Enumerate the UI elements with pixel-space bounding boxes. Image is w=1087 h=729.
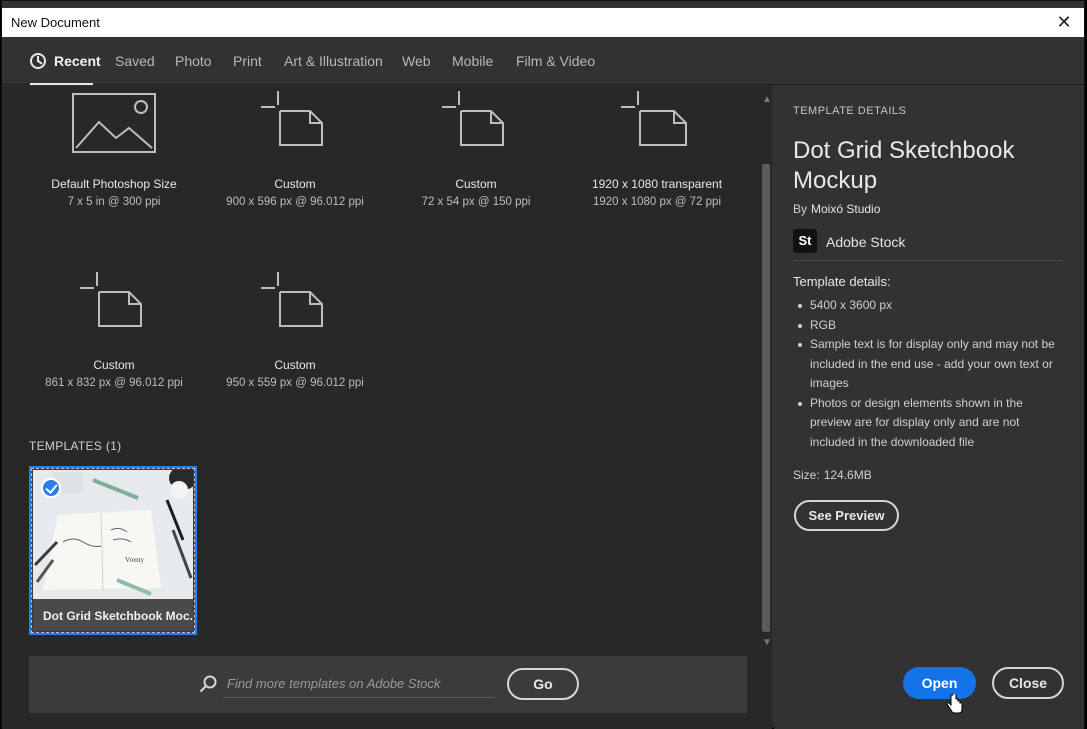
preset-name: Custom [93,358,135,372]
template-caption: Dot Grid Sketchbook Moc... [33,599,193,631]
preset-custom-950x559[interactable]: Custom 950 x 559 px @ 96.012 ppi [210,272,380,389]
image-placeholder-icon [72,93,156,153]
window-title: New Document [11,15,100,30]
preset-dimensions: 950 x 559 px @ 96.012 ppi [226,377,364,389]
details-section-label: Template details: [793,274,891,289]
scroll-up-icon[interactable]: ▲ [762,94,772,105]
preset-custom-900x596[interactable]: Custom 900 x 596 px @ 96.012 ppi [210,91,380,208]
list-item: Photos or design elements shown in the p… [793,394,1063,453]
open-button[interactable]: Open [903,667,976,699]
category-tabs: Recent Saved Photo Print Art & Illustrat… [2,38,1084,85]
adobe-stock-logo-icon: St [793,229,817,253]
tab-mobile[interactable]: Mobile [452,53,493,69]
tab-print[interactable]: Print [233,53,262,69]
search-icon [199,675,217,693]
presets-scrollbar[interactable]: ▲ ▼ [760,92,772,648]
scroll-thumb[interactable] [762,164,770,632]
preset-custom-72x54[interactable]: Custom 72 x 54 px @ 150 ppi [391,91,561,208]
clock-icon [30,53,46,69]
preset-dimensions: 7 x 5 in @ 300 ppi [67,196,161,208]
list-item: RGB [793,316,1063,336]
preset-default-photoshop-size[interactable]: Default Photoshop Size 7 x 5 in @ 300 pp… [29,92,199,208]
templates-section-label: TEMPLATES (1) [29,439,122,453]
title-bar: New Document ✕ [2,8,1084,37]
svg-text:Vrenty: Vrenty [125,556,145,564]
tab-web[interactable]: Web [402,53,431,69]
tab-saved[interactable]: Saved [115,53,155,69]
list-item: 5400 x 3600 px [793,296,1063,316]
tab-recent[interactable]: Recent [30,53,101,69]
preset-name: Custom [274,358,316,372]
close-button[interactable]: Close [992,667,1064,699]
active-tab-indicator [30,83,93,85]
scroll-down-icon[interactable]: ▼ [762,637,772,648]
preset-name: Custom [455,177,497,191]
tab-film-video[interactable]: Film & Video [516,53,595,69]
file-size: Size: 124.6MB [793,468,872,482]
custom-document-icon [621,91,687,146]
template-title: Dot Grid Sketchbook Mockup [793,137,1015,194]
go-button[interactable]: Go [507,668,579,700]
template-details-panel: TEMPLATE DETAILS Dot Grid Sketchbook Moc… [774,86,1084,729]
template-author: By Moixó Studio [793,202,881,216]
stock-search-bar: Go [29,656,747,713]
preset-name: Custom [274,177,316,191]
preset-dimensions: 72 x 54 px @ 150 ppi [421,196,531,208]
custom-document-icon [442,91,504,146]
custom-document-icon [80,272,142,327]
window-close-icon[interactable]: ✕ [1054,11,1074,33]
provider-label: Adobe Stock [826,234,906,250]
details-heading: TEMPLATE DETAILS [793,105,907,117]
template-card-dot-grid-sketchbook[interactable]: Vrenty Dot Grid Sketchbook Moc... [29,466,197,635]
presets-panel: Default Photoshop Size 7 x 5 in @ 300 pp… [2,86,772,729]
preset-1920x1080-transparent[interactable]: 1920 x 1080 transparent 1920 x 1080 px @… [572,91,742,208]
custom-document-icon [261,91,323,146]
preset-dimensions: 1920 x 1080 px @ 72 ppi [592,196,722,208]
preset-custom-861x832[interactable]: Custom 861 x 832 px @ 96.012 ppi [29,272,199,389]
details-list: 5400 x 3600 px RGB Sample text is for di… [793,296,1063,452]
preset-dimensions: 900 x 596 px @ 96.012 ppi [226,196,364,208]
preset-name: 1920 x 1080 transparent [591,177,723,191]
divider [793,260,1063,261]
selected-check-icon [41,478,61,498]
tab-art-illustration[interactable]: Art & Illustration [284,53,383,69]
new-document-dialog: New Document ✕ Recent Saved Photo Print … [1,0,1085,729]
tab-photo[interactable]: Photo [175,53,212,69]
see-preview-button[interactable]: See Preview [794,500,899,531]
preset-name: Default Photoshop Size [51,177,177,191]
preset-dimensions: 861 x 832 px @ 96.012 ppi [45,377,183,389]
template-thumbnail: Vrenty [33,470,193,599]
hand-cursor-icon [946,694,963,714]
list-item: Sample text is for display only and may … [793,335,1063,394]
custom-document-icon [261,272,323,327]
search-input[interactable] [223,670,495,698]
